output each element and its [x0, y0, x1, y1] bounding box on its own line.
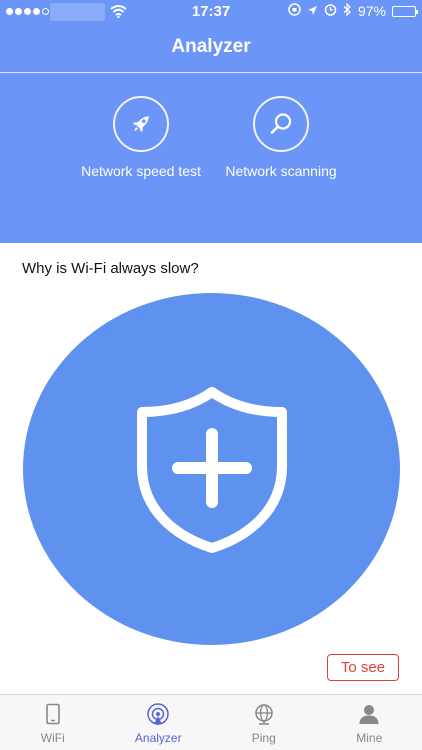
- tab-ping-label: Ping: [251, 731, 276, 745]
- location-icon: [307, 3, 318, 19]
- alarm-icon: [324, 3, 337, 19]
- globe-icon: [253, 703, 275, 728]
- bluetooth-icon: [343, 2, 352, 19]
- orientation-lock-icon: [288, 3, 301, 19]
- card-question: Why is Wi-Fi always slow?: [22, 260, 199, 277]
- page-title: Analyzer: [171, 36, 251, 57]
- tab-analyzer[interactable]: Analyzer: [106, 695, 212, 750]
- tab-bar: WiFi Analyzer Ping Mine: [0, 694, 422, 750]
- phone-icon: [42, 703, 64, 728]
- network-speed-test-label: Network speed test: [81, 163, 201, 179]
- network-speed-test-button[interactable]: Network speed test: [71, 96, 211, 179]
- battery-icon: [392, 5, 418, 17]
- tab-mine-label: Mine: [356, 731, 383, 745]
- battery-percent: 97%: [357, 3, 386, 19]
- person-icon: [358, 703, 380, 728]
- search-icon: [253, 96, 309, 152]
- hero-circle[interactable]: [23, 293, 400, 645]
- promo-card: Why is Wi-Fi always slow? To see: [0, 243, 422, 691]
- rocket-icon: [113, 96, 169, 152]
- header-divider: [0, 72, 422, 73]
- tab-wifi[interactable]: WiFi: [0, 695, 106, 750]
- shield-plus-icon: [136, 387, 287, 553]
- tab-analyzer-label: Analyzer: [134, 731, 182, 745]
- tab-wifi-label: WiFi: [40, 731, 65, 745]
- status-bar: 17:37 97%: [0, 0, 422, 24]
- tab-mine[interactable]: Mine: [317, 695, 422, 750]
- broadcast-icon: [146, 703, 170, 728]
- network-scanning-label: Network scanning: [225, 163, 337, 179]
- to-see-button[interactable]: To see: [327, 654, 399, 681]
- status-right: 97%: [288, 2, 418, 19]
- header: 17:37 97% Analyzer Network speed test Ne…: [0, 0, 422, 243]
- tab-ping[interactable]: Ping: [211, 695, 317, 750]
- network-scanning-button[interactable]: Network scanning: [211, 96, 351, 179]
